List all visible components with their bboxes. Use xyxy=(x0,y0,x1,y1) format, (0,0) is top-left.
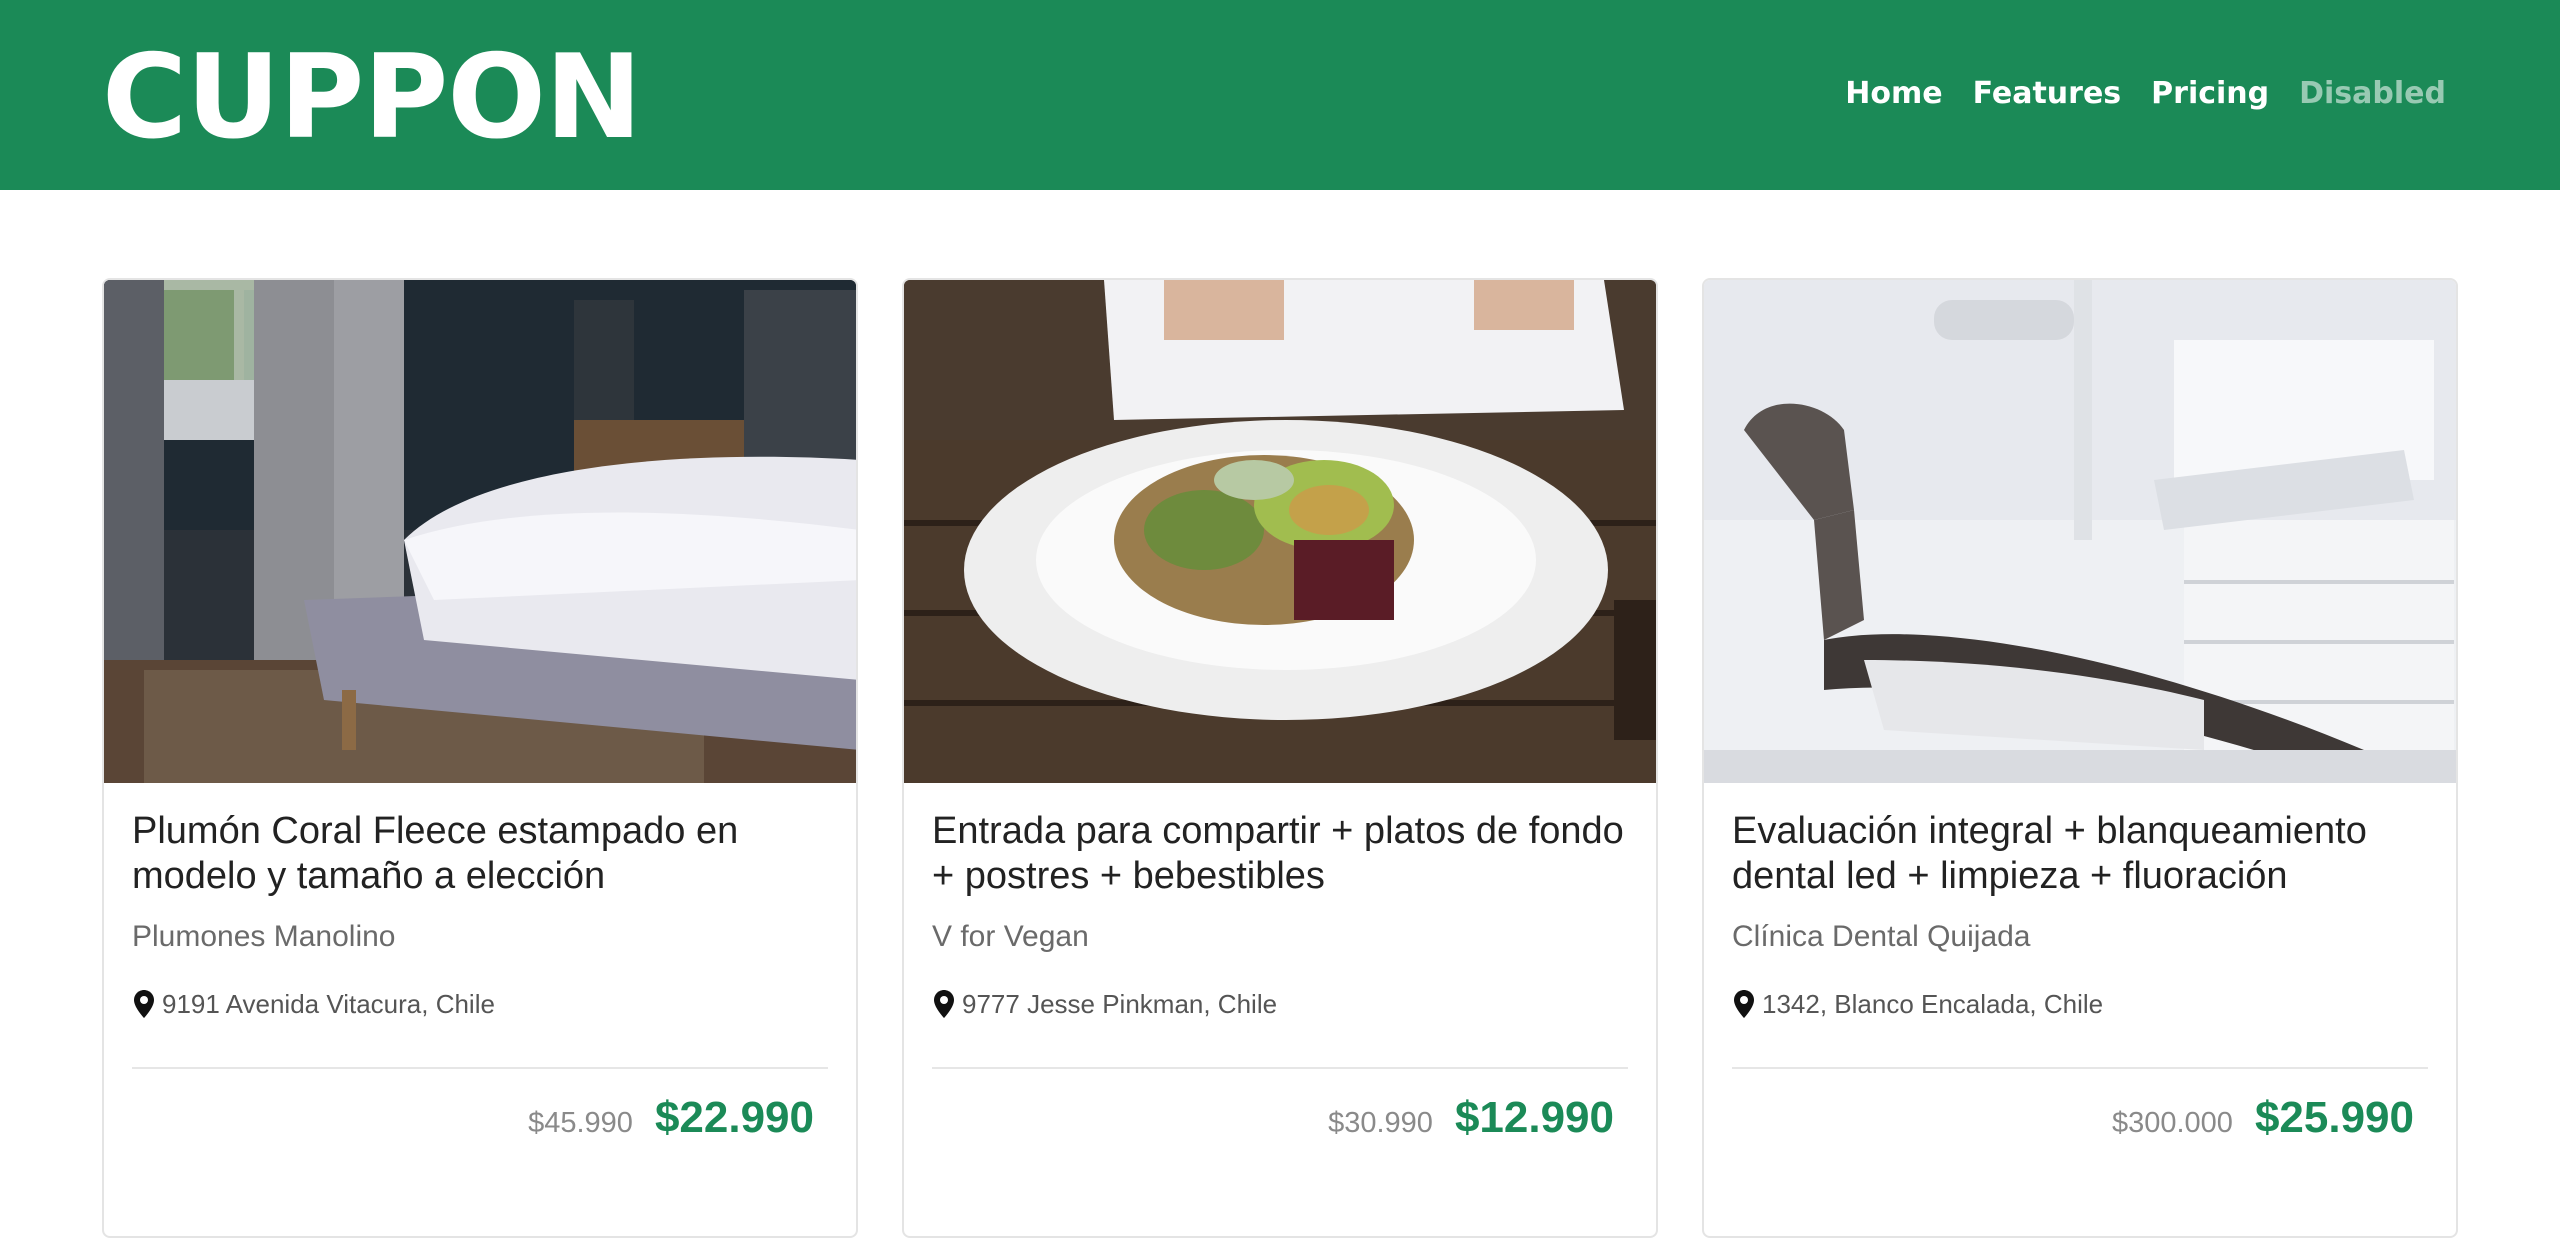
navbar: CUPPON Home Features Pricing Disabled xyxy=(0,0,2560,190)
vendor-name: Clínica Dental Quijada xyxy=(1732,920,2031,953)
location-pin-icon xyxy=(134,990,154,1018)
discount-price: $12.990 xyxy=(1454,1093,1614,1142)
divider xyxy=(932,1067,1628,1069)
salad-photo[interactable] xyxy=(904,280,1656,783)
deal-title[interactable]: Plumón Coral Fleece estampado en modelo … xyxy=(132,809,828,899)
location-text: 1342, Blanco Encalada, Chile xyxy=(1762,989,2104,1019)
discount-price: $25.990 xyxy=(2254,1093,2414,1142)
location-pin-icon xyxy=(1734,990,1754,1018)
deal-card[interactable]: Plumón Coral Fleece estampado en modelo … xyxy=(102,278,858,1238)
location: 9191 Avenida Vitacura, Chile xyxy=(132,987,828,1021)
nav-pricing[interactable]: Pricing xyxy=(2151,72,2269,116)
location: 1342, Blanco Encalada, Chile xyxy=(1732,987,2428,1021)
bed-photo[interactable] xyxy=(104,280,856,783)
deal-title[interactable]: Entrada para compartir + platos de fondo… xyxy=(932,809,1628,899)
deal-cards: Plumón Coral Fleece estampado en modelo … xyxy=(102,278,2458,1238)
price-row: $45.990 $22.990 xyxy=(132,1093,828,1143)
dental-chair-photo[interactable] xyxy=(1704,280,2456,783)
vendor-name: V for Vegan xyxy=(932,920,1089,953)
location-text: 9777 Jesse Pinkman, Chile xyxy=(962,989,1278,1019)
nav-home[interactable]: Home xyxy=(1845,72,1942,116)
vendor-name: Plumones Manolino xyxy=(132,920,396,953)
location-text: 9191 Avenida Vitacura, Chile xyxy=(162,989,495,1019)
deal-card[interactable]: Evaluación integral + blanqueamiento den… xyxy=(1702,278,2458,1238)
divider xyxy=(1732,1067,2428,1069)
price-row: $30.990 $12.990 xyxy=(932,1093,1628,1143)
price-row: $300.000 $25.990 xyxy=(1732,1093,2428,1143)
deal-title[interactable]: Evaluación integral + blanqueamiento den… xyxy=(1732,809,2428,899)
original-price: $30.990 xyxy=(1328,1107,1433,1139)
location: 9777 Jesse Pinkman, Chile xyxy=(932,987,1628,1021)
original-price: $300.000 xyxy=(2111,1107,2233,1139)
discount-price: $22.990 xyxy=(654,1093,814,1142)
brand-logo[interactable]: CUPPON xyxy=(102,28,642,168)
nav-features[interactable]: Features xyxy=(1973,72,2122,116)
original-price: $45.990 xyxy=(528,1107,633,1139)
main-nav: Home Features Pricing Disabled xyxy=(1845,72,2446,116)
location-pin-icon xyxy=(934,990,954,1018)
divider xyxy=(132,1067,828,1069)
deal-card[interactable]: Entrada para compartir + platos de fondo… xyxy=(902,278,1658,1238)
nav-disabled: Disabled xyxy=(2299,76,2446,111)
